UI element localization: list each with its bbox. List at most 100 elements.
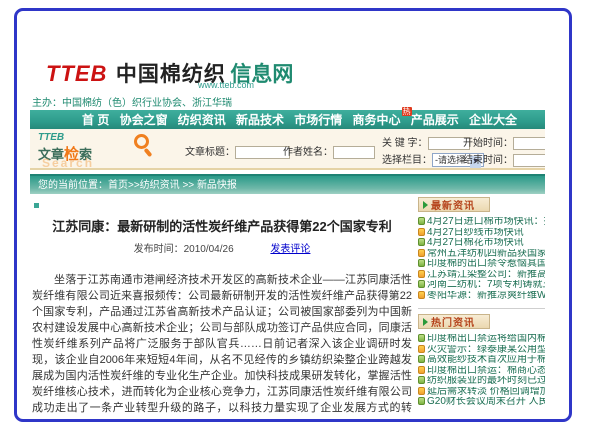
- list-bullet-icon: [418, 366, 425, 374]
- list-bullet-icon: [418, 291, 425, 299]
- start-date-label: 开始时间：: [463, 138, 513, 149]
- end-date-label: 结束时间：: [463, 155, 513, 166]
- search-brand: TTEB 文章检索 Search: [38, 132, 178, 164]
- publish-date: 发布时间：2010/04/26: [134, 244, 234, 255]
- breadcrumb-current[interactable]: 新品快报: [197, 180, 237, 191]
- list-item[interactable]: 常州五洋纺机四新品获国家专利 填...: [418, 249, 545, 260]
- list-item[interactable]: 延后需求转淡 价格回调增加——中...: [418, 387, 545, 398]
- list-bullet-icon: [418, 249, 425, 257]
- field-start-date: 开始时间： …: [463, 134, 545, 150]
- list-item[interactable]: 印度棉出口禁运将给国内棉市带来什...: [418, 334, 545, 345]
- search-brand-en: Search: [42, 156, 94, 170]
- list-bullet-icon: [418, 238, 425, 246]
- sidebar-section-title: 最新资讯: [431, 197, 475, 212]
- list-item-label: 4月27日棉花市场快讯: [427, 238, 524, 248]
- logo-tteb-text: TTEB: [42, 61, 111, 87]
- article-title: 江苏同康：最新研制的活性炭纤维产品获得第22个国家专利: [32, 216, 412, 235]
- field-author: 作者姓名：: [283, 143, 375, 159]
- title-label: 文章标题：: [185, 147, 235, 158]
- list-item[interactable]: 4月27日进口棉市场快讯：报价略显...: [418, 217, 545, 228]
- field-end-date: 结束时间： …: [463, 151, 545, 167]
- post-comment-link[interactable]: 发表评论: [270, 244, 310, 255]
- field-keyword: 关 键 字：: [382, 134, 470, 150]
- field-title: 文章标题：: [185, 143, 290, 159]
- main-nav: 首 页 协会之窗 纺织资讯 新品技术 市场行情 商务中心热 产品展示 企业大全: [30, 110, 545, 129]
- article-search-panel: TTEB 文章检索 Search 文章标题： 作者姓名： 关 键 字： 选择栏目…: [30, 129, 545, 170]
- list-bullet-icon: [418, 270, 425, 278]
- nav-item-market[interactable]: 市场行情: [294, 111, 342, 128]
- list-bullet-icon: [418, 345, 425, 353]
- list-item-label: 火灾警示：绿泰康某公用型保税库棉...: [427, 345, 545, 355]
- list-item[interactable]: 印度棉出口禁运：棉商心态各异 纺...: [418, 366, 545, 377]
- list-item-label: 延后需求转淡 价格回调增加——中...: [427, 387, 545, 397]
- list-item[interactable]: 河南二纺机：7项专利铸就王牌锭子...: [418, 280, 545, 291]
- content-corner-marker: [34, 203, 39, 208]
- sidebar-section-title: 热门资讯: [431, 314, 475, 329]
- nav-item-textile-news[interactable]: 纺织资讯: [178, 111, 226, 128]
- start-date-input[interactable]: [513, 137, 545, 150]
- end-date-input[interactable]: [513, 154, 545, 167]
- article-meta: 发布时间：2010/04/26 发表评论: [32, 240, 412, 255]
- nav-item-new-products[interactable]: 新品技术: [236, 111, 284, 128]
- list-item[interactable]: G20财长会议周末召开 人民币再度...: [418, 397, 545, 408]
- author-label: 作者姓名：: [283, 147, 333, 158]
- latest-news-list: 4月27日进口棉市场快讯：报价略显... 4月27日纱线市场快讯 4月27日棉花…: [418, 217, 545, 301]
- organizer-line: 主办：中国棉纺（色）织行业协会、浙江华瑞: [32, 94, 232, 109]
- list-item-label: 河南二纺机：7项专利铸就王牌锭子...: [427, 280, 545, 290]
- page-content: TTEB 中国棉纺织 信息网 www.tteb.com 主办：中国棉纺（色）织行…: [30, 52, 545, 414]
- list-bullet-icon: [418, 217, 425, 225]
- title-input[interactable]: [235, 146, 290, 159]
- nav-item-business-center[interactable]: 商务中心热: [353, 111, 401, 128]
- list-bullet-icon: [418, 334, 425, 342]
- list-item-label: 常州五洋纺机四新品获国家专利 填...: [427, 249, 545, 259]
- list-item-label: G20财长会议周末召开 人民币再度...: [427, 397, 545, 407]
- list-item-label: 4月27日纱线市场快讯: [427, 228, 524, 238]
- list-item-label: 江苏靖江染整公司：新推高温高压溢...: [427, 270, 545, 280]
- nav-item-product-show[interactable]: 产品展示: [411, 111, 459, 128]
- article-body: 坐落于江苏南通市港闸经济技术开发区的高新技术企业——江苏同康活性炭纤维有限公司近…: [32, 272, 412, 414]
- list-item[interactable]: 4月27日纱线市场快讯: [418, 228, 545, 239]
- author-input[interactable]: [333, 146, 375, 159]
- list-item-label: 4月27日进口棉市场快讯：报价略显...: [427, 217, 545, 227]
- list-item[interactable]: 纺织服装业的最坏时刻已过去: [418, 376, 545, 387]
- list-item[interactable]: 印度棉的出口禁令惹恼其国内棉业: [418, 259, 545, 270]
- site-url: www.tteb.com: [198, 80, 254, 90]
- column-label: 选择栏目：: [382, 155, 432, 166]
- breadcrumb-prefix: 您的当前位置：: [38, 180, 108, 191]
- breadcrumb-home-link[interactable]: 首页: [108, 180, 128, 191]
- list-item-label: 印度棉出口禁运将给国内棉市带来什...: [427, 334, 545, 344]
- hot-news-list: 印度棉出口禁运将给国内棉市带来什... 火灾警示：绿泰康某公用型保税库棉... …: [418, 334, 545, 408]
- nav-item-association[interactable]: 协会之窗: [120, 111, 168, 128]
- list-item[interactable]: 江苏靖江染整公司：新推高温高压溢...: [418, 270, 545, 281]
- site-header: TTEB 中国棉纺织 信息网 www.tteb.com 主办：中国棉纺（色）织行…: [30, 52, 545, 110]
- article: 江苏同康：最新研制的活性炭纤维产品获得第22个国家专利 发布时间：2010/04…: [32, 201, 412, 414]
- list-item-label: 印度棉出口禁运：棉商心态各异 纺...: [427, 366, 545, 376]
- list-item[interactable]: 4月27日棉花市场快讯: [418, 238, 545, 249]
- list-item[interactable]: 高效能纱技术首次应用于棉纺领域: [418, 355, 545, 366]
- list-bullet-icon: [418, 387, 425, 395]
- site-logo[interactable]: TTEB 中国棉纺织 信息网: [42, 58, 293, 88]
- list-item-label: 纺织服装业的最坏时刻已过去: [427, 376, 545, 386]
- magnifier-icon: [134, 134, 149, 149]
- list-bullet-icon: [418, 280, 425, 288]
- list-item[interactable]: 火灾警示：绿泰康某公用型保税库棉...: [418, 345, 545, 356]
- arrow-right-icon: [423, 201, 428, 209]
- breadcrumb: 您的当前位置：首页>>纺织资讯 >> 新品快报: [30, 174, 545, 194]
- list-bullet-icon: [418, 228, 425, 236]
- nav-item-home[interactable]: 首 页: [82, 111, 109, 128]
- sidebar: 最新资讯 4月27日进口棉市场快讯：报价略显... 4月27日纱线市场快讯 4月…: [418, 197, 545, 408]
- breadcrumb-separator: >>: [128, 180, 140, 191]
- list-bullet-icon: [418, 355, 425, 363]
- list-bullet-icon: [418, 259, 425, 267]
- breadcrumb-section-link[interactable]: 纺织资讯: [140, 180, 180, 191]
- nav-item-company-directory[interactable]: 企业大全: [469, 111, 517, 128]
- list-item[interactable]: 枣阳华源：新推凉爽纤维WinCool系...: [418, 291, 545, 302]
- arrow-right-icon: [423, 318, 428, 326]
- list-item-label: 印度棉的出口禁令惹恼其国内棉业: [427, 259, 545, 269]
- sidebar-section-hot-header: 热门资讯: [418, 314, 490, 329]
- search-brand-tteb: TTEB: [38, 132, 178, 143]
- list-bullet-icon: [418, 376, 425, 384]
- list-bullet-icon: [418, 397, 425, 405]
- nav-item-business-label: 商务中心: [353, 113, 401, 127]
- breadcrumb-separator: >>: [182, 180, 194, 191]
